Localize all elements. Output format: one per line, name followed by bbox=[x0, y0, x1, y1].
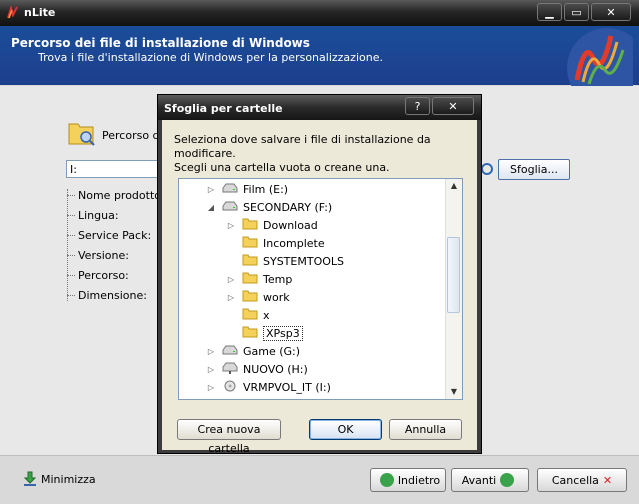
tree-node-label: SECONDARY (F:) bbox=[243, 200, 333, 214]
tree-node-label: XPsp3 bbox=[263, 325, 303, 341]
folder-icon bbox=[242, 235, 258, 251]
info-size: Dimensione: bbox=[67, 289, 165, 309]
dialog-instructions: Seleziona dove salvare i file di install… bbox=[174, 133, 477, 175]
instruction-line-2: Scegli una cartella vuota o creane una. bbox=[174, 161, 390, 174]
expand-arrow-icon[interactable]: ▷ bbox=[206, 383, 216, 392]
tree-node-label: NUOVO (H:) bbox=[243, 362, 308, 376]
back-arrow-icon bbox=[379, 473, 394, 487]
minimize-label: Minimizza bbox=[41, 472, 96, 486]
back-label: Indietro bbox=[397, 473, 441, 487]
tree-scrollbar[interactable]: ▲ ▼ bbox=[445, 179, 462, 399]
expand-arrow-icon[interactable]: ◢ bbox=[206, 203, 216, 212]
window-title: nLite bbox=[24, 6, 56, 19]
next-label: Avanti bbox=[461, 473, 497, 487]
tree-node-label: work bbox=[263, 290, 290, 304]
path-input[interactable]: I: bbox=[66, 160, 166, 178]
instruction-line-1: Seleziona dove salvare i file di install… bbox=[174, 133, 431, 160]
tree-node[interactable]: ▷ work bbox=[226, 288, 290, 306]
tree-node-label: SYSTEMTOOLS bbox=[263, 254, 344, 268]
drive-icon bbox=[222, 380, 238, 395]
tree-node-label: Temp bbox=[263, 272, 293, 286]
back-button[interactable]: Indietro bbox=[370, 468, 446, 492]
page-title: Percorso dei file di installazione di Wi… bbox=[11, 36, 310, 50]
info-path: Percorso: bbox=[67, 269, 165, 289]
folder-icon bbox=[242, 289, 258, 305]
nlite-app-icon bbox=[7, 6, 18, 19]
folder-icon bbox=[242, 271, 258, 287]
close-icon: ✕ bbox=[448, 99, 458, 113]
tree-node[interactable]: ▷ NUOVO (H:) bbox=[206, 360, 308, 378]
drive-icon bbox=[222, 344, 238, 359]
folder-tree[interactable]: ▷ Film (E:) ◢ SECONDARY (F:) ▷ Download Incomp… bbox=[178, 178, 463, 400]
tree-node[interactable]: XPsp3 bbox=[226, 324, 303, 342]
tree-node-label: x bbox=[263, 308, 270, 322]
dialog-cancel-button[interactable]: Annulla bbox=[389, 419, 462, 440]
scroll-thumb[interactable] bbox=[447, 237, 460, 313]
maximize-icon: ▭ bbox=[571, 5, 582, 19]
nlite-logo-icon bbox=[567, 28, 633, 86]
ok-button[interactable]: OK bbox=[309, 419, 382, 440]
drive-icon bbox=[222, 200, 238, 215]
folder-icon bbox=[242, 307, 258, 323]
next-button[interactable]: Avanti bbox=[451, 468, 529, 492]
dialog-title-bar[interactable]: Sfoglia per cartelle ? ✕ bbox=[158, 95, 481, 120]
minimize-link[interactable]: Minimizza bbox=[22, 471, 96, 487]
tree-node[interactable]: ▷ VRMPVOL_IT (I:) bbox=[206, 378, 331, 396]
browse-button[interactable]: Sfoglia... bbox=[498, 159, 570, 180]
tree-node-label: Film (E:) bbox=[243, 182, 289, 196]
cancel-button[interactable]: Cancella ✕ bbox=[537, 468, 627, 492]
expand-arrow-icon[interactable]: ▷ bbox=[206, 347, 216, 356]
minimize-window-button[interactable]: ▁ bbox=[537, 3, 562, 21]
tree-node[interactable]: x bbox=[226, 306, 270, 324]
tree-node[interactable]: ◢ SECONDARY (F:) bbox=[206, 198, 332, 216]
drive-icon bbox=[222, 182, 238, 197]
expand-arrow-icon[interactable]: ▷ bbox=[226, 221, 236, 230]
tree-node[interactable]: ▷ Game (G:) bbox=[206, 342, 300, 360]
tree-node-label: Download bbox=[263, 218, 318, 232]
cancel-label: Cancella bbox=[551, 473, 599, 487]
tree-node[interactable]: SYSTEMTOOLS bbox=[226, 252, 344, 270]
expand-arrow-icon[interactable]: ▷ bbox=[206, 365, 216, 374]
tree-node[interactable]: ▷ Film (E:) bbox=[206, 180, 288, 198]
dialog-help-button[interactable]: ? bbox=[405, 97, 430, 115]
help-icon: ? bbox=[414, 99, 421, 113]
info-language: Lingua: bbox=[67, 209, 165, 229]
info-version: Versione: bbox=[67, 249, 165, 269]
folder-icon bbox=[242, 253, 258, 269]
tree-node-label: Game (G:) bbox=[243, 344, 301, 358]
cancel-x-icon: ✕ bbox=[602, 473, 613, 487]
expand-arrow-icon[interactable]: ▷ bbox=[206, 185, 216, 194]
expand-arrow-icon[interactable]: ▷ bbox=[226, 275, 236, 284]
tree-node[interactable]: Incomplete bbox=[226, 234, 325, 252]
dialog-body: Seleziona dove salvare i file di install… bbox=[162, 120, 477, 455]
dialog-close-button[interactable]: ✕ bbox=[432, 97, 474, 115]
refresh-icon[interactable] bbox=[480, 162, 494, 176]
next-arrow-icon bbox=[500, 473, 515, 487]
browse-folder-dialog: Sfoglia per cartelle ? ✕ Seleziona dove … bbox=[157, 94, 482, 455]
drive-icon bbox=[222, 362, 238, 377]
info-service-pack: Service Pack: bbox=[67, 229, 165, 249]
folder-icon bbox=[242, 217, 258, 233]
close-icon: ✕ bbox=[606, 5, 616, 19]
new-folder-button[interactable]: Crea nuova cartella bbox=[177, 419, 281, 455]
info-list: Nome prodotto: Lingua: Service Pack: Ver… bbox=[67, 189, 165, 309]
maximize-window-button[interactable]: ▭ bbox=[564, 3, 589, 21]
page-subtitle: Trova i file d'installazione di Windows … bbox=[38, 51, 383, 64]
page-header: Percorso dei file di installazione di Wi… bbox=[0, 26, 639, 85]
scroll-up-icon[interactable]: ▲ bbox=[446, 179, 462, 193]
tree-node[interactable]: ▷ Download bbox=[226, 216, 318, 234]
close-window-button[interactable]: ✕ bbox=[591, 3, 631, 21]
folder-search-icon bbox=[68, 123, 95, 146]
download-arrow-icon bbox=[23, 471, 37, 486]
tree-node-label: VRMPVOL_IT (I:) bbox=[243, 380, 331, 394]
scroll-down-icon[interactable]: ▼ bbox=[446, 385, 462, 399]
tree-node[interactable]: ▷ Temp bbox=[226, 270, 292, 288]
minimize-icon: ▁ bbox=[545, 5, 554, 19]
folder-icon bbox=[242, 325, 258, 341]
dialog-title: Sfoglia per cartelle bbox=[164, 102, 283, 115]
expand-arrow-icon[interactable]: ▷ bbox=[226, 293, 236, 302]
info-product-name: Nome prodotto: bbox=[67, 189, 165, 209]
tree-node-label: Incomplete bbox=[263, 236, 325, 250]
title-bar[interactable]: nLite ▁ ▭ ✕ bbox=[0, 0, 639, 26]
